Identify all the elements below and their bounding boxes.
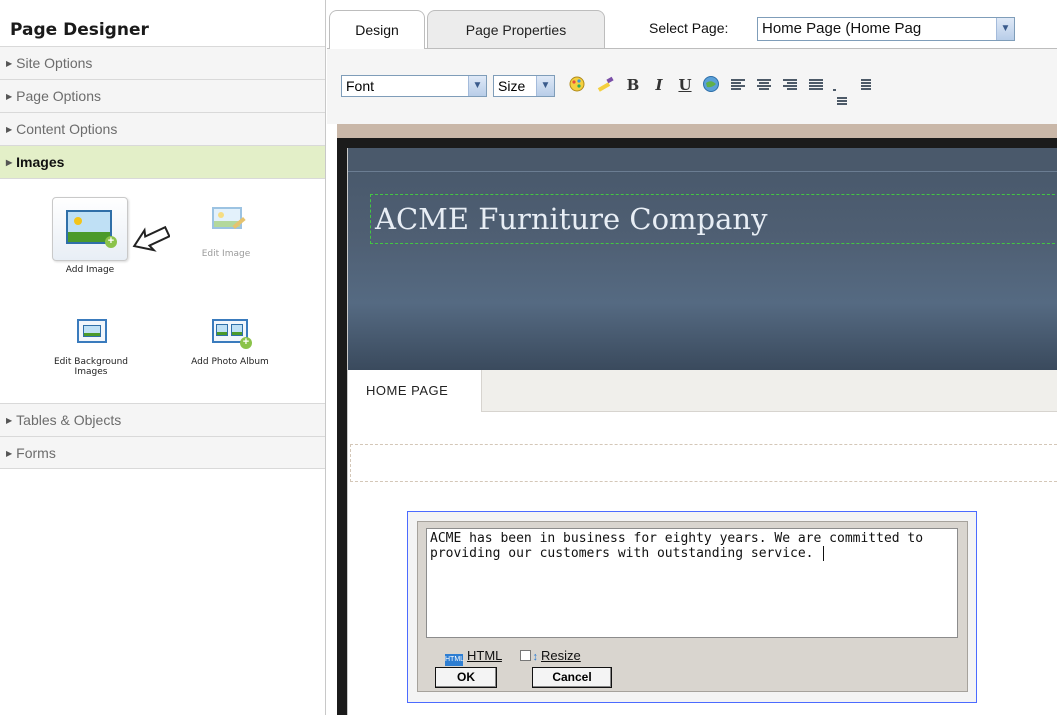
select-page-value: Home Page (Home Pag xyxy=(762,20,922,37)
resize-checkbox[interactable] xyxy=(519,650,531,661)
tab-page-properties[interactable]: Page Properties xyxy=(427,10,605,48)
edit-image-label: Edit Image xyxy=(201,249,251,259)
edit-background-images-button[interactable]: Edit Background Images xyxy=(28,313,154,377)
font-select[interactable]: Font ▼ xyxy=(341,75,487,97)
images-panel: + Add Image Edit Image Edit Background I… xyxy=(0,178,325,403)
sidebar-item-label: Page Options xyxy=(16,88,101,104)
align-right-icon[interactable] xyxy=(783,79,797,91)
sidebar-item-label: Images xyxy=(16,154,65,170)
cancel-button[interactable]: Cancel xyxy=(532,667,612,688)
text-caret xyxy=(823,546,833,561)
page-canvas: ACME Furniture Company HOME PAGE ACME ha… xyxy=(337,138,1057,715)
justify-icon[interactable] xyxy=(809,79,823,91)
page-preview: ACME Furniture Company HOME PAGE ACME ha… xyxy=(347,148,1057,715)
html-link[interactable]: HTML xyxy=(467,648,502,663)
sidebar-item-label: Site Options xyxy=(16,55,93,71)
underline-icon[interactable]: U xyxy=(675,75,695,95)
site-header: ACME Furniture Company xyxy=(348,148,1057,370)
sidebar-item-images[interactable]: ▶ Images xyxy=(0,145,325,178)
edit-background-images-label: Edit Background Images xyxy=(54,357,128,377)
add-photo-album-label: Add Photo Album xyxy=(191,357,269,367)
expand-arrow-icon: ▶ xyxy=(6,449,13,458)
sidebar-item-page-options[interactable]: ▶ Page Options xyxy=(0,79,325,112)
content-placeholder[interactable] xyxy=(350,444,1057,482)
chevron-down-icon[interactable]: ▼ xyxy=(468,76,486,96)
sidebar-title: Page Designer xyxy=(10,20,149,40)
bullet-list-icon[interactable] xyxy=(857,79,871,91)
resize-arrow-icon: ↕ xyxy=(532,651,539,663)
site-title[interactable]: ACME Furniture Company xyxy=(370,194,1057,244)
expand-arrow-icon: ▶ xyxy=(6,92,13,101)
sidebar-item-label: Tables & Objects xyxy=(16,412,122,428)
align-left-icon[interactable] xyxy=(731,79,745,91)
editor-content: ACME has been in business for eighty yea… xyxy=(430,531,924,561)
sidebar-item-content-options[interactable]: ▶ Content Options xyxy=(0,112,325,145)
align-center-icon[interactable] xyxy=(757,79,771,91)
tab-strip: Design Page Properties Select Page: Home… xyxy=(327,10,1057,49)
size-select-value: Size xyxy=(498,78,526,94)
sidebar-item-site-options[interactable]: ▶ Site Options xyxy=(0,46,325,79)
background-image-icon xyxy=(71,313,111,353)
chevron-down-icon[interactable]: ▼ xyxy=(536,76,554,96)
italic-icon[interactable]: I xyxy=(649,75,669,95)
designer-main: Design Page Properties Select Page: Home… xyxy=(327,0,1057,715)
tab-design[interactable]: Design xyxy=(329,10,425,49)
text-editor-input[interactable]: ACME has been in business for eighty yea… xyxy=(426,528,958,638)
editor-links: HTML HTML ↕ Resize xyxy=(445,648,581,666)
chevron-down-icon[interactable]: ▼ xyxy=(996,18,1014,40)
text-editor-frame: ACME has been in business for eighty yea… xyxy=(417,521,968,692)
edit-image-icon xyxy=(206,201,246,245)
photo-album-icon: + xyxy=(206,313,254,353)
canvas-top-strip xyxy=(337,124,1057,138)
edit-image-button[interactable]: Edit Image xyxy=(186,201,266,259)
editor-toolbar: Font ▼ Size ▼ B I U xyxy=(327,48,1057,124)
sidebar-item-label: Forms xyxy=(16,445,56,461)
colors-icon[interactable] xyxy=(567,75,587,95)
sidebar-item-label: Content Options xyxy=(16,121,118,137)
add-image-label: Add Image xyxy=(65,265,115,275)
highlight-icon[interactable] xyxy=(595,75,615,95)
select-page-dropdown[interactable]: Home Page (Home Pag ▼ xyxy=(757,17,1015,41)
expand-arrow-icon: ▶ xyxy=(6,125,13,134)
sidebar-item-tables-objects[interactable]: ▶ Tables & Objects xyxy=(0,403,325,436)
select-page-label: Select Page: xyxy=(649,20,729,36)
numbered-list-icon[interactable] xyxy=(833,79,847,105)
expand-arrow-icon: ▶ xyxy=(6,59,13,68)
add-image-icon: + xyxy=(52,197,128,261)
size-select[interactable]: Size ▼ xyxy=(493,75,555,97)
text-editor-box: ACME has been in business for eighty yea… xyxy=(407,511,977,703)
add-photo-album-button[interactable]: + Add Photo Album xyxy=(168,313,292,367)
bold-icon[interactable]: B xyxy=(623,75,643,95)
mouse-cursor-icon xyxy=(132,225,170,252)
resize-link[interactable]: Resize xyxy=(541,648,581,663)
font-select-value: Font xyxy=(346,78,375,94)
site-navigation: HOME PAGE xyxy=(348,370,1057,412)
page-designer-sidebar: Page Designer ▶ Site Options ▶ Page Option… xyxy=(0,0,326,715)
link-icon[interactable] xyxy=(701,75,721,95)
html-icon: HTML xyxy=(445,654,464,666)
sidebar-item-forms[interactable]: ▶ Forms xyxy=(0,436,325,469)
expand-arrow-icon: ▶ xyxy=(6,158,13,167)
add-image-button[interactable]: + Add Image xyxy=(40,197,140,275)
nav-tab-home-page[interactable]: HOME PAGE xyxy=(348,370,482,412)
expand-arrow-icon: ▶ xyxy=(6,416,13,425)
ok-button[interactable]: OK xyxy=(435,667,497,688)
